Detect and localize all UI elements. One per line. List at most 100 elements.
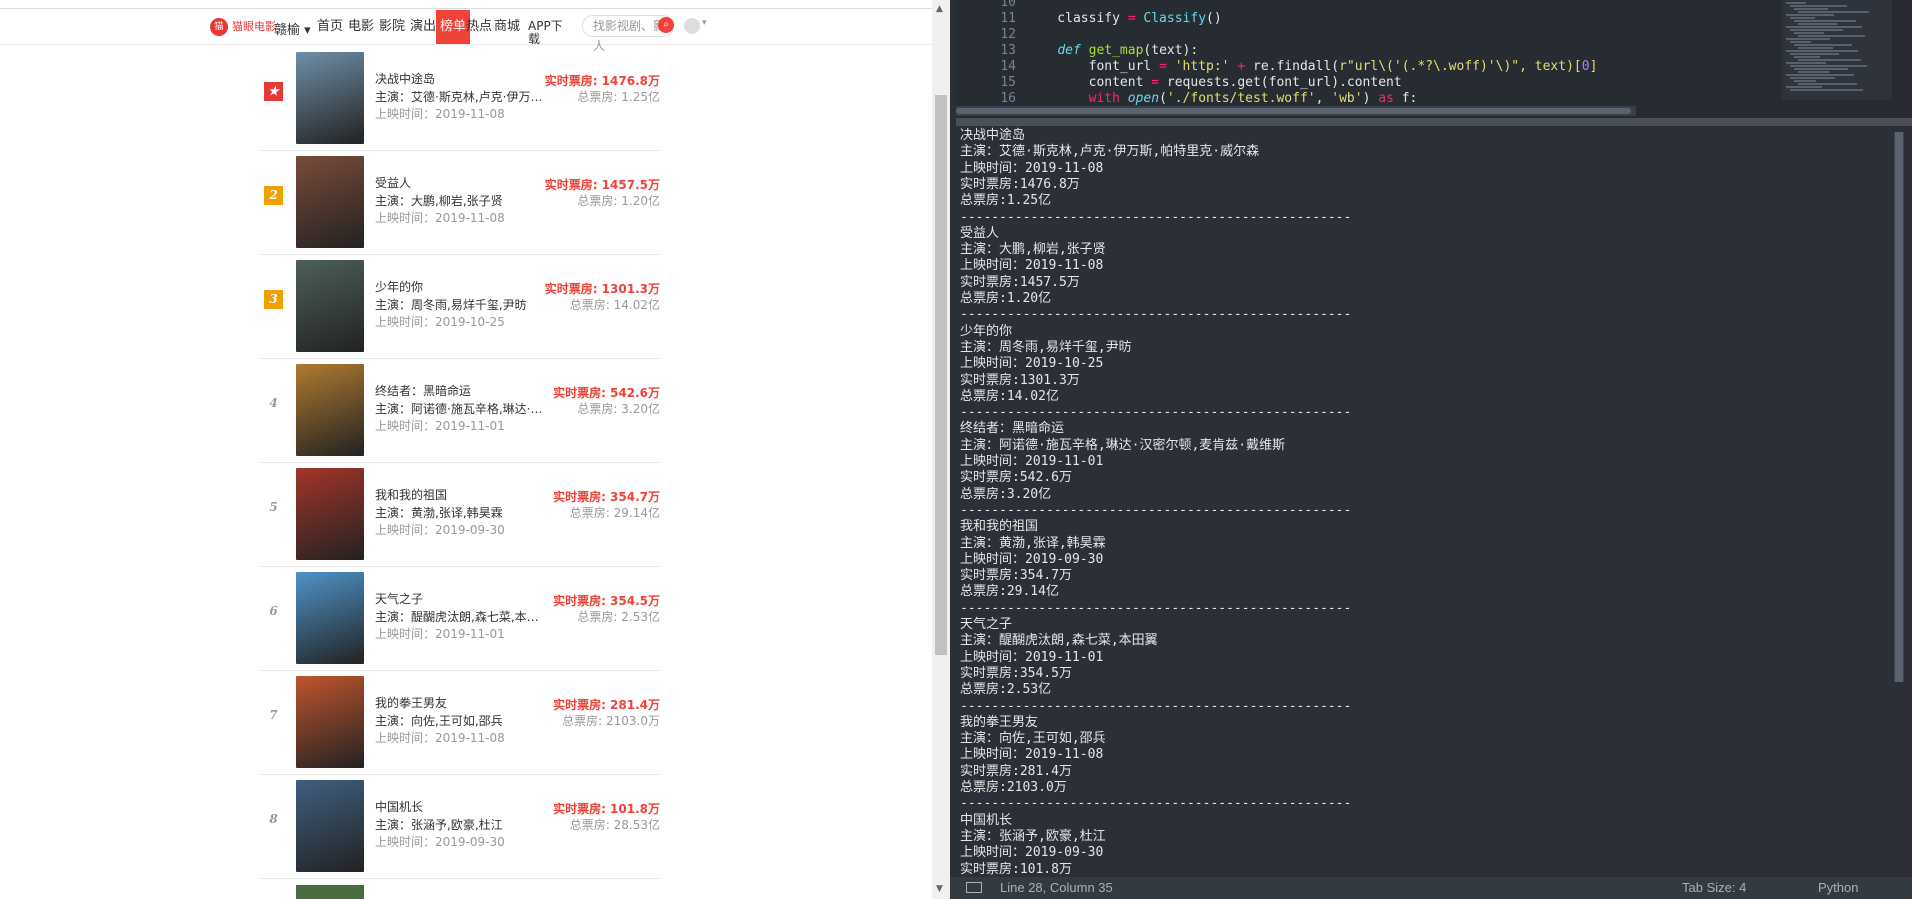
browser-scrollbar-thumb[interactable]	[935, 95, 947, 655]
output-scrollbar[interactable]	[1894, 132, 1904, 682]
panel-toggle-icon[interactable]	[966, 882, 982, 893]
code-text: with open('./fonts/test.woff', 'wb') as …	[1088, 91, 1418, 106]
code-minimap[interactable]	[1782, 0, 1892, 100]
minimap-line	[1790, 41, 1811, 43]
output-line: ----------------------------------------…	[960, 600, 1352, 616]
minimap-line	[1790, 17, 1815, 19]
code-view[interactable]: 10 11 classify = Classify() 12 13 def get_m…	[956, 0, 1912, 118]
movie-poster[interactable]	[296, 156, 364, 248]
site-nav-bar: 猫 猫眼电影 赣榆 ▾ 首页 电影 影院 演出 榜单 热点 商城 APP下载 找影视剧、影人…	[0, 10, 932, 53]
output-line: 总票房:2103.0万	[960, 780, 1067, 795]
output-line: 主演：阿诺德·施瓦辛格,琳达·汉密尔顿,麦肯兹·戴维斯	[960, 437, 1286, 453]
line-number: 13	[1000, 43, 1016, 58]
tab-size-selector[interactable]: Tab Size: 4	[1682, 880, 1746, 895]
rank-badge: ★	[264, 82, 283, 101]
movie-title[interactable]: 少年的你	[375, 278, 423, 295]
output-line: 实时票房:281.4万	[960, 763, 1072, 779]
movie-poster[interactable]	[296, 572, 364, 664]
code-text: def get_map(text):	[1057, 43, 1199, 58]
nav-item[interactable]: 影院	[379, 10, 405, 44]
movie-poster[interactable]	[296, 676, 364, 768]
output-line: 我的拳王男友	[960, 714, 1039, 730]
movie-release-date: 上映时间：2019-10-25	[375, 315, 505, 329]
output-line: 少年的你	[960, 323, 1013, 339]
movie-title[interactable]: 天气之子	[375, 590, 423, 607]
minimap-line	[1798, 35, 1865, 37]
minimap-line	[1786, 2, 1806, 4]
build-output-panel[interactable]: 决战中途岛 主演：艾德·斯克林,卢克·伊万斯,帕特里克·威尔森 上映时间：2019-…	[960, 128, 1892, 877]
movie-title[interactable]: 决战中途岛	[375, 70, 435, 87]
minimap-line	[1786, 74, 1854, 76]
movie-row[interactable]: 3 少年的你 主演：周冬雨,易烊千玺,尹昉 上映时间：2019-10-25 实时票房: …	[260, 254, 660, 359]
movie-poster[interactable]	[296, 780, 364, 872]
movie-title[interactable]: 受益人	[375, 174, 411, 191]
output-line: 上映时间：2019-10-25	[960, 356, 1104, 372]
minimap-line	[1790, 89, 1863, 91]
realtime-box-office: 实时票房: 354.7万	[553, 490, 660, 504]
realtime-box-office: 实时票房: 101.8万	[553, 802, 660, 816]
output-line: 总票房:3.20亿	[960, 486, 1052, 502]
total-box-office: 总票房: 2103.0万	[562, 714, 660, 728]
nav-item[interactable]: 商城	[494, 10, 520, 44]
movie-stars: 主演：大鹏,柳岩,张子贤	[375, 194, 503, 208]
output-line: 总票房:1.20亿	[960, 291, 1052, 306]
minimap-line	[1798, 59, 1861, 61]
line-number: 14	[1000, 59, 1016, 74]
nav-item[interactable]: 首页	[317, 10, 343, 44]
movie-row[interactable]: 5 我和我的祖国 主演：黄渤,张译,韩昊霖 上映时间：2019-09-30 实时票房: …	[260, 462, 660, 567]
scroll-up-arrow-icon[interactable]: ▲	[936, 4, 943, 14]
scroll-down-arrow-icon[interactable]: ▼	[936, 884, 943, 894]
movie-stars: 主演：醍醐虎汰朗,森七菜,本田翼	[375, 610, 550, 624]
movie-row[interactable]: 6 天气之子 主演：醍醐虎汰朗,森七菜,本田翼 上映时间：2019-11-01 实时票房…	[260, 566, 660, 671]
output-line: 实时票房:1301.3万	[960, 372, 1080, 388]
movie-stars: 主演：向佐,王可如,邵兵	[375, 714, 503, 728]
code-horizontal-scrollbar-thumb[interactable]	[956, 108, 1631, 114]
output-line: 上映时间：2019-11-08	[960, 258, 1104, 274]
movie-row[interactable]: 7 我的拳王男友 主演：向佐,王可如,邵兵 上映时间：2019-11-08 实时票房: …	[260, 670, 660, 775]
cursor-position: Line 28, Column 35	[1000, 880, 1113, 895]
movie-stars: 主演：黄渤,张译,韩昊霖	[375, 506, 503, 520]
movie-row[interactable]: ★ 决战中途岛主演：艾德·斯克林,卢克·伊万斯,帕特里克·威尔森上映时间：2019…	[260, 46, 660, 151]
movie-poster[interactable]	[296, 885, 364, 899]
movie-title[interactable]: 我和我的祖国	[375, 486, 447, 503]
city-selector[interactable]: 赣榆 ▾	[274, 14, 311, 48]
minimap-line	[1794, 44, 1852, 46]
movie-poster[interactable]	[296, 260, 364, 352]
code-editor-pane: 10 11 classify = Classify() 12 13 def get_m…	[950, 0, 1912, 899]
output-line: 我和我的祖国	[960, 519, 1039, 535]
minimap-line	[1794, 56, 1820, 58]
movie-row[interactable]: 8 中国机长 主演：张涵予,欧豪,杜江 上映时间：2019-09-30 实时票房: 10…	[260, 774, 660, 879]
minimap-line	[1798, 71, 1829, 73]
syntax-selector[interactable]: Python	[1818, 880, 1858, 895]
code-horizontal-scrollbar[interactable]	[956, 106, 1636, 116]
minimap-line	[1786, 26, 1862, 28]
minimap-line	[1786, 50, 1858, 52]
total-box-office: 总票房: 29.14亿	[569, 506, 660, 520]
movie-poster[interactable]	[296, 52, 364, 144]
movie-title[interactable]: 终结者：黑暗命运	[375, 382, 471, 399]
nav-item[interactable]: 电影	[348, 10, 374, 44]
output-line: 实时票房:1457.5万	[960, 274, 1080, 290]
nav-item[interactable]: 榜单	[436, 10, 471, 44]
movie-row[interactable]: 4 终结者：黑暗命运主演：阿诺德·施瓦辛格,琳达·汉密尔顿,麦肯兹·戴维斯上映时间…	[260, 358, 660, 463]
minimap-line	[1794, 68, 1848, 70]
user-menu-caret-icon[interactable]: ▾	[702, 18, 707, 28]
movie-poster[interactable]	[296, 364, 364, 456]
browser-scrollbar[interactable]: ▲ ▼	[932, 0, 950, 899]
search-icon[interactable]: ⌕	[658, 17, 674, 33]
output-line: 主演：艾德·斯克林,卢克·伊万斯,帕特里克·威尔森	[960, 144, 1260, 160]
output-line: 终结者：黑暗命运	[960, 421, 1065, 437]
site-logo[interactable]: 猫 猫眼电影	[210, 10, 276, 44]
output-line: ----------------------------------------…	[960, 698, 1352, 714]
movie-title[interactable]: 中国机长	[375, 798, 423, 815]
movie-title[interactable]: 我的拳王男友	[375, 694, 447, 711]
nav-item[interactable]: 演出	[410, 10, 436, 44]
output-scrollbar-thumb[interactable]	[1895, 132, 1903, 682]
line-number: 12	[1000, 27, 1016, 42]
nav-item[interactable]: 热点	[466, 10, 492, 44]
movie-row[interactable]: 2 受益人 主演：大鹏,柳岩,张子贤 上映时间：2019-11-08 实时票房: 145…	[260, 150, 660, 255]
user-avatar[interactable]	[684, 18, 700, 34]
movie-poster[interactable]	[296, 468, 364, 560]
realtime-box-office: 实时票房: 542.6万	[553, 386, 660, 400]
output-panel-splitter[interactable]	[956, 118, 1912, 126]
